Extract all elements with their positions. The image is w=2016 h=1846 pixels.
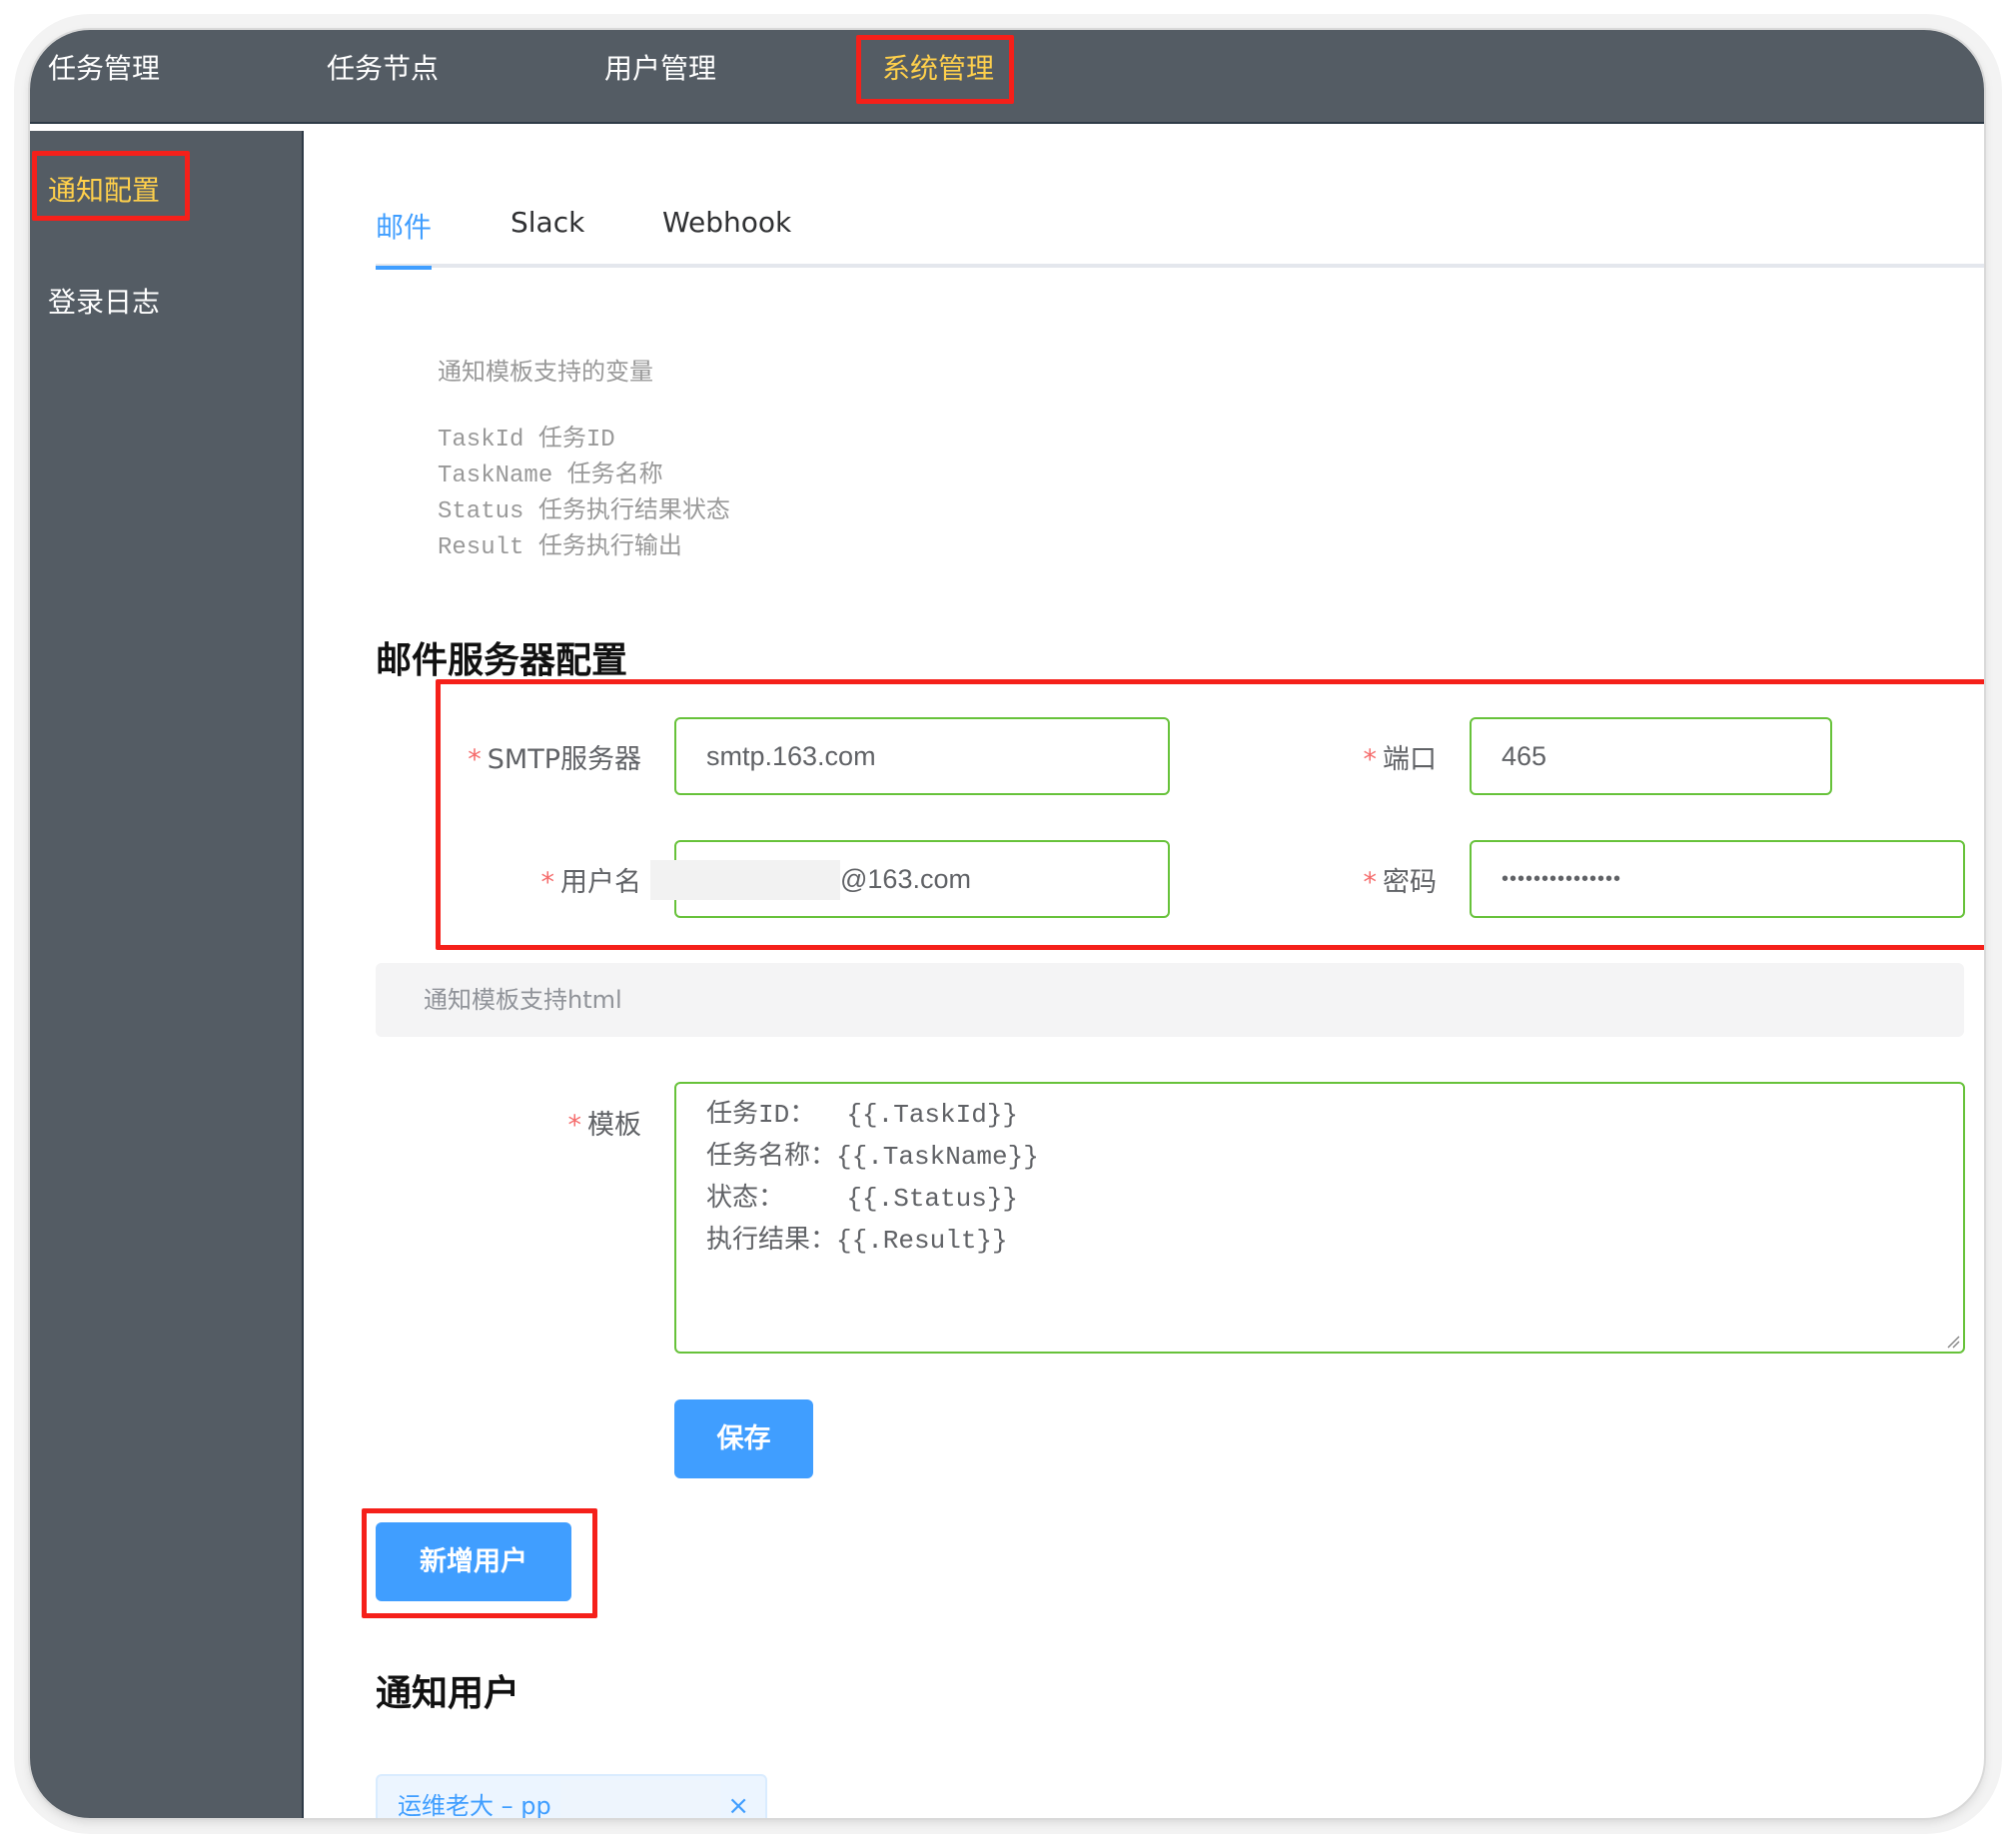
- main-content: 邮件 Slack Webhook 通知模板支持的变量 TaskId 任务ID T…: [306, 126, 1984, 1818]
- notify-users-title: 通知用户: [376, 1673, 520, 1714]
- tab-webhook[interactable]: Webhook: [662, 206, 791, 239]
- smtp-server-input[interactable]: smtp.163.com: [674, 717, 1170, 795]
- port-label-text: 端口: [1383, 744, 1437, 775]
- username-label: * 用户名: [541, 860, 642, 899]
- tab-slack[interactable]: Slack: [510, 206, 584, 239]
- template-label-text: 模板: [587, 1110, 641, 1141]
- variable-line: TaskId 任务ID: [438, 427, 615, 454]
- variable-line: TaskName 任务名称: [438, 462, 663, 489]
- required-mark: *: [567, 1110, 582, 1141]
- mail-server-title: 邮件服务器配置: [376, 640, 628, 681]
- nav-system-management[interactable]: 系统管理: [882, 30, 994, 124]
- add-user-button[interactable]: 新增用户: [376, 1522, 571, 1601]
- password-input[interactable]: •••••••••••••••: [1470, 840, 1965, 918]
- nav-user-management[interactable]: 用户管理: [604, 30, 716, 124]
- template-line: 执行结果：{{.Result}}: [706, 1226, 1008, 1256]
- template-variables-help: 通知模板支持的变量 TaskId 任务ID TaskName 任务名称 Stat…: [438, 352, 730, 566]
- sidebar-item-login-log[interactable]: 登录日志: [48, 281, 160, 321]
- template-tip-alert: 通知模板支持html: [376, 963, 1964, 1037]
- tab-email[interactable]: 邮件: [376, 206, 433, 270]
- required-mark: *: [540, 867, 555, 898]
- smtp-label: * SMTP服务器: [468, 737, 641, 776]
- template-line: 任务ID： {{.TaskId}}: [706, 1100, 1019, 1130]
- template-line: 状态： {{.Status}}: [706, 1184, 1019, 1214]
- resize-handle-icon[interactable]: [1946, 1335, 1960, 1349]
- variable-line: Result 任务执行输出: [438, 534, 682, 561]
- smtp-label-text: SMTP服务器: [487, 744, 641, 775]
- nav-task-management[interactable]: 任务管理: [48, 30, 160, 124]
- required-mark: *: [1363, 744, 1378, 775]
- tab-bar: 邮件 Slack Webhook: [376, 206, 1984, 270]
- port-label: * 端口: [1364, 737, 1438, 776]
- sidebar: 通知配置 登录日志: [30, 131, 304, 1818]
- template-textarea[interactable]: 任务ID： {{.TaskId}} 任务名称：{{.TaskName}} 状态：…: [674, 1082, 1965, 1354]
- redaction-mask: [560, 1780, 720, 1818]
- close-icon[interactable]: ×: [727, 1776, 749, 1818]
- required-mark: *: [1363, 867, 1378, 898]
- redaction-mask: [650, 860, 840, 900]
- variables-title: 通知模板支持的变量: [438, 358, 653, 386]
- template-line: 任务名称：{{.TaskName}}: [706, 1142, 1039, 1172]
- sidebar-item-notification-config[interactable]: 通知配置: [48, 169, 160, 209]
- tab-email-label: 邮件: [376, 211, 433, 244]
- port-input[interactable]: 465: [1470, 717, 1832, 795]
- template-label: * 模板: [568, 1103, 642, 1142]
- password-label: * 密码: [1364, 860, 1438, 899]
- save-button[interactable]: 保存: [674, 1399, 813, 1478]
- username-label-text: 用户名: [560, 867, 641, 898]
- top-nav-bar: 任务管理 任务节点 用户管理 系统管理: [30, 30, 1984, 124]
- active-tab-indicator: [376, 266, 432, 270]
- nav-task-nodes[interactable]: 任务节点: [327, 30, 439, 124]
- required-mark: *: [468, 744, 482, 775]
- notify-user-tag-label: 运维老大 – pp: [398, 1792, 551, 1818]
- app-window: 任务管理 任务节点 用户管理 系统管理 通知配置 登录日志 邮件 Slack W…: [30, 30, 1984, 1818]
- variable-line: Status 任务执行结果状态: [438, 498, 730, 525]
- password-label-text: 密码: [1383, 867, 1437, 898]
